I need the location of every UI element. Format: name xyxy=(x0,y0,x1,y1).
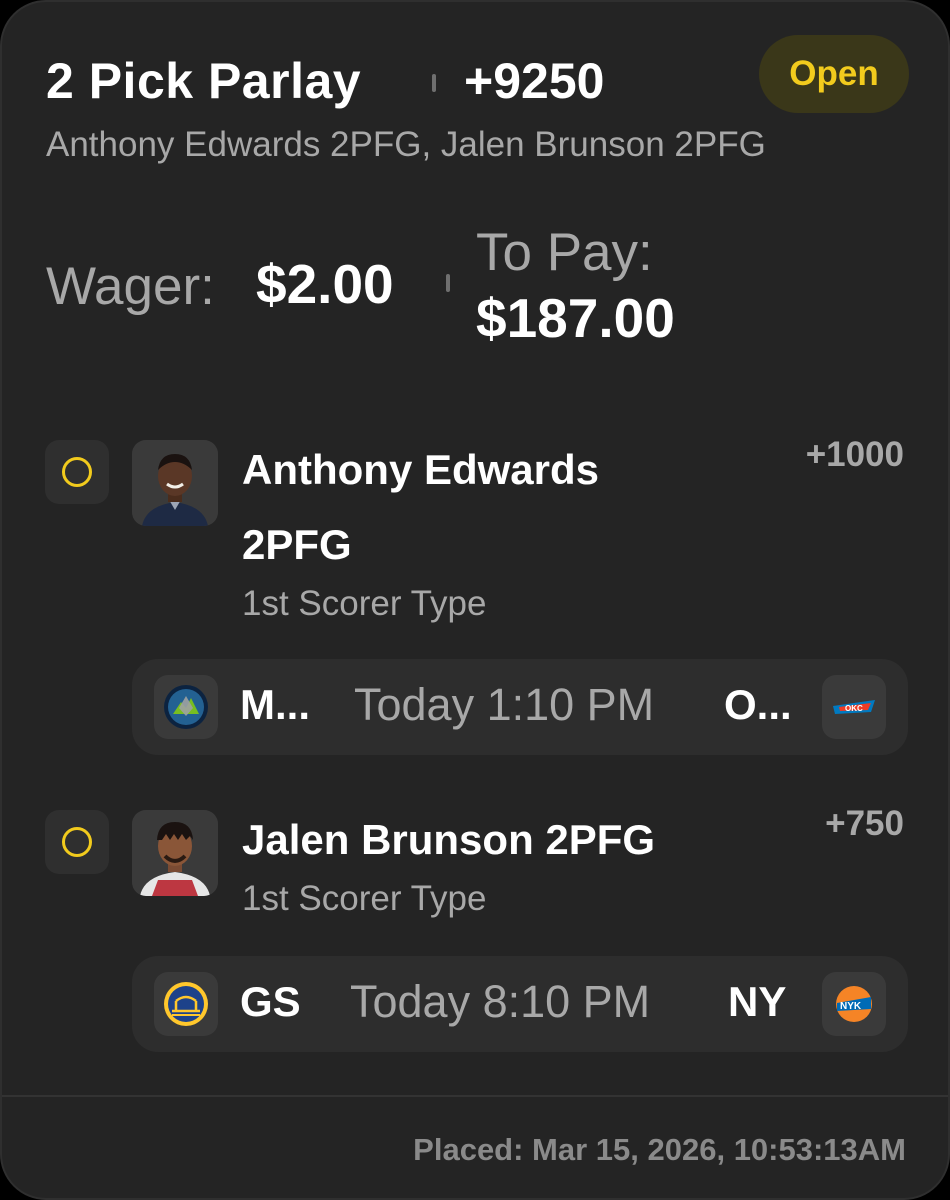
pick-2-home-team: NY xyxy=(728,978,787,1025)
pick-1-home-team: O... xyxy=(724,681,792,728)
status-badge: Open xyxy=(759,35,909,113)
footer-divider xyxy=(2,1095,948,1097)
placed-timestamp: Placed: Mar 15, 2026, 10:53:13AM xyxy=(413,1132,906,1167)
pick-2-game-time: Today 8:10 PM xyxy=(350,976,651,1027)
title-separator xyxy=(432,74,436,92)
pick-2-game-bar[interactable]: GS Today 8:10 PM NY NYK xyxy=(132,956,908,1052)
pick-1-game-bar[interactable]: M... Today 1:10 PM O... OKC xyxy=(132,659,908,755)
avatar xyxy=(132,810,218,896)
pick-1-status-indicator xyxy=(45,440,109,504)
topay-value: $187.00 xyxy=(476,287,675,349)
pick-2-player: Jalen Brunson 2PFG xyxy=(242,816,656,863)
bet-title: 2 Pick Parlay xyxy=(46,53,362,109)
pick-2-market: 1st Scorer Type xyxy=(242,879,487,918)
pick-1-player: Anthony Edwards 2PFG xyxy=(242,446,600,568)
player-photo-jalen-brunson xyxy=(132,810,218,896)
pick-2-odds: +750 xyxy=(825,804,904,843)
pending-circle-icon xyxy=(62,827,92,857)
wager-value: $2.00 xyxy=(256,253,394,315)
parlay-odds: +9250 xyxy=(464,53,605,109)
avatar xyxy=(132,440,218,526)
warriors-logo-icon xyxy=(154,972,218,1036)
pick-1-market: 1st Scorer Type xyxy=(242,584,487,623)
pick-1-odds: +1000 xyxy=(805,435,904,474)
wager-label: Wager: xyxy=(46,257,215,316)
pick-2-status-indicator xyxy=(45,810,109,874)
pending-circle-icon xyxy=(62,457,92,487)
topay-label: To Pay: xyxy=(476,223,653,282)
svg-text:OKC: OKC xyxy=(845,704,863,713)
knicks-logo-icon: NYK xyxy=(822,972,886,1036)
wager-separator xyxy=(446,274,450,292)
player-photo-anthony-edwards xyxy=(132,440,218,526)
svg-text:NYK: NYK xyxy=(840,1001,862,1012)
bet-summary: Anthony Edwards 2PFG, Jalen Brunson 2PFG xyxy=(46,125,766,164)
bet-card[interactable]: 2 Pick Parlay +9250 Open Anthony Edwards… xyxy=(0,0,950,1200)
pick-2-away-team: GS xyxy=(240,978,301,1025)
thunder-logo-icon: OKC xyxy=(822,675,886,739)
pick-1-game-time: Today 1:10 PM xyxy=(354,679,655,730)
timberwolves-logo-icon xyxy=(154,675,218,739)
pick-1-away-team: M... xyxy=(240,681,310,728)
